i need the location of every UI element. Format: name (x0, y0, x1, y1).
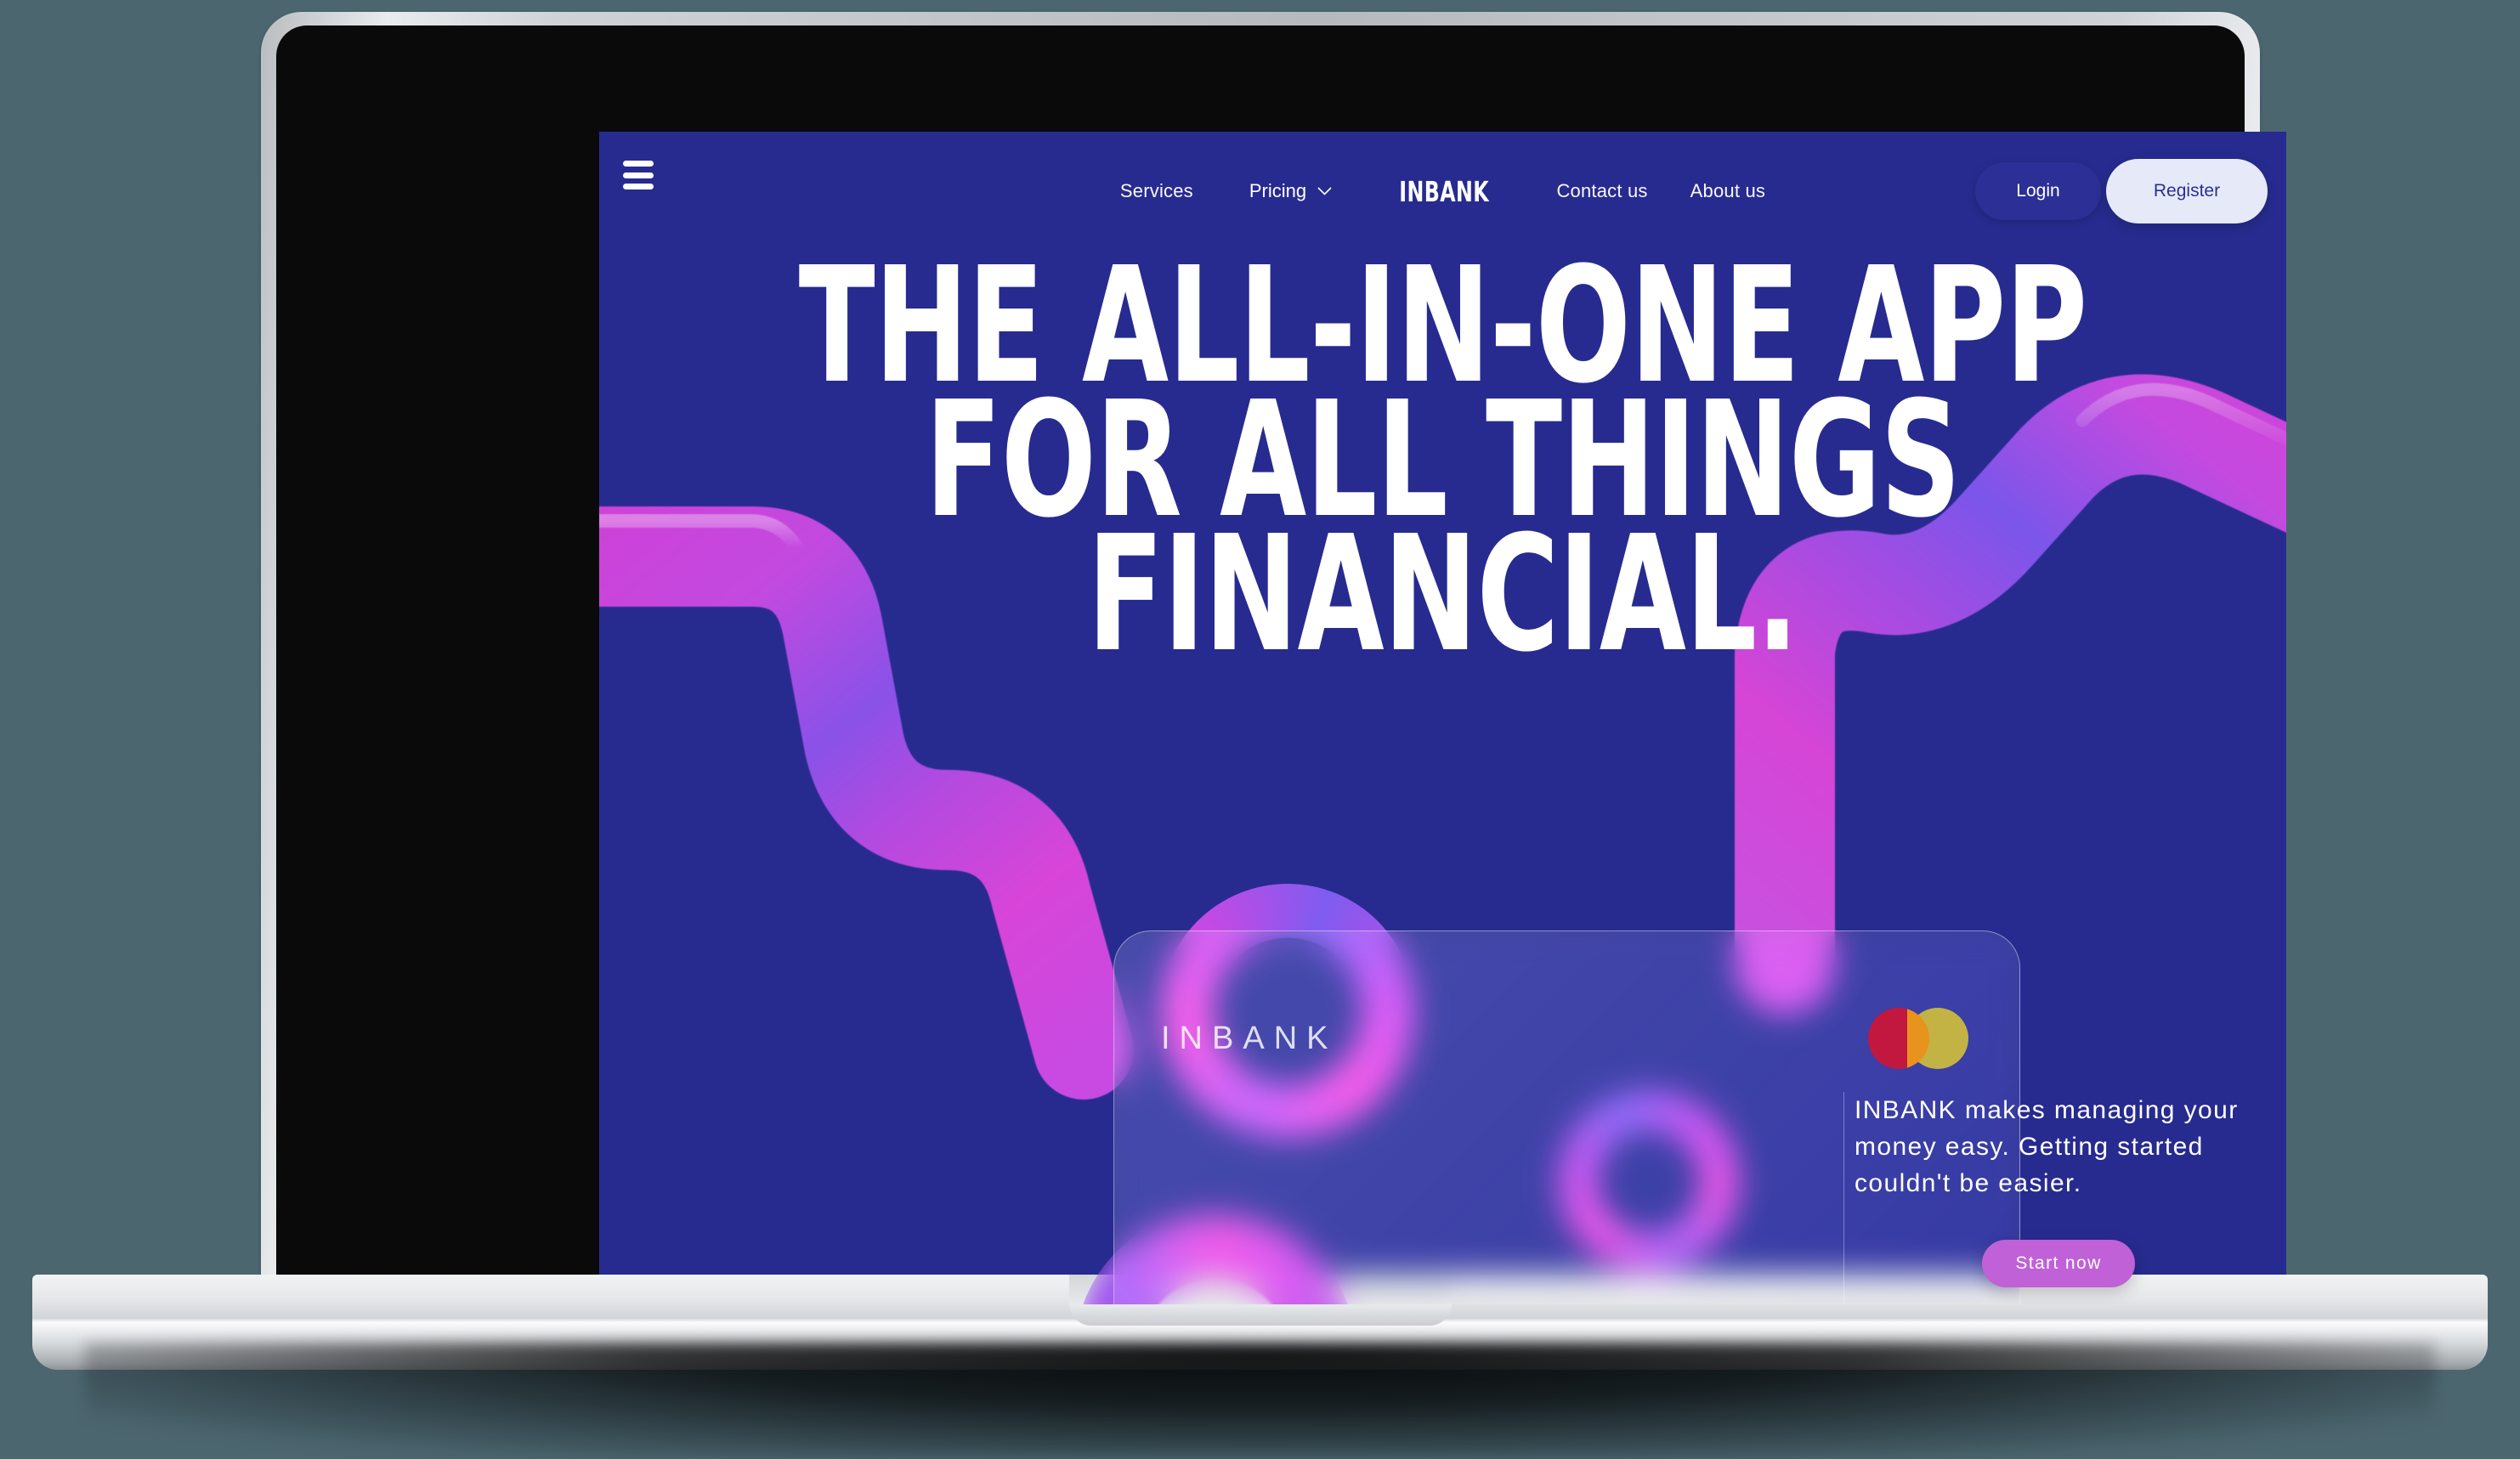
chevron-down-icon (1317, 187, 1332, 195)
promo-block: INBANK makes managing your money easy. G… (1855, 1092, 2262, 1287)
register-button[interactable]: Register (2106, 159, 2268, 223)
nav-link-services[interactable]: Services (1120, 180, 1193, 202)
screen-bezel: Services Pricing INBANK Contact us About… (276, 25, 2286, 1304)
nav-link-pricing-label: Pricing (1249, 180, 1307, 201)
login-button[interactable]: Login (1975, 162, 2101, 220)
browser-viewport: Services Pricing INBANK Contact us About… (599, 132, 2286, 1304)
nav-link-pricing[interactable]: Pricing (1249, 180, 1332, 202)
vertical-divider (1843, 1092, 1844, 1304)
laptop-shadow (85, 1343, 2435, 1457)
nav-link-contact-us[interactable]: Contact us (1556, 180, 1647, 202)
card-brand-label: INBANK (1161, 1021, 1338, 1056)
inbank-landing-page: Services Pricing INBANK Contact us About… (599, 132, 2286, 1304)
mastercard-icon (1868, 1008, 1968, 1069)
tube-shape-right (1657, 302, 2286, 1032)
site-logo[interactable]: INBANK (1399, 175, 1489, 208)
start-now-button[interactable]: Start now (1982, 1239, 2135, 1287)
site-navigation: Services Pricing INBANK Contact us About… (599, 132, 2286, 251)
laptop-mockup: Services Pricing INBANK Contact us About… (0, 0, 2520, 1459)
laptop-lid: Services Pricing INBANK Contact us About… (261, 12, 2286, 1304)
auth-buttons-group: Login Register (1975, 132, 2268, 251)
mastercard-overlap (1907, 1008, 1929, 1069)
nav-link-about-us[interactable]: About us (1690, 180, 1765, 202)
promo-text: INBANK makes managing your money easy. G… (1855, 1096, 2239, 1198)
